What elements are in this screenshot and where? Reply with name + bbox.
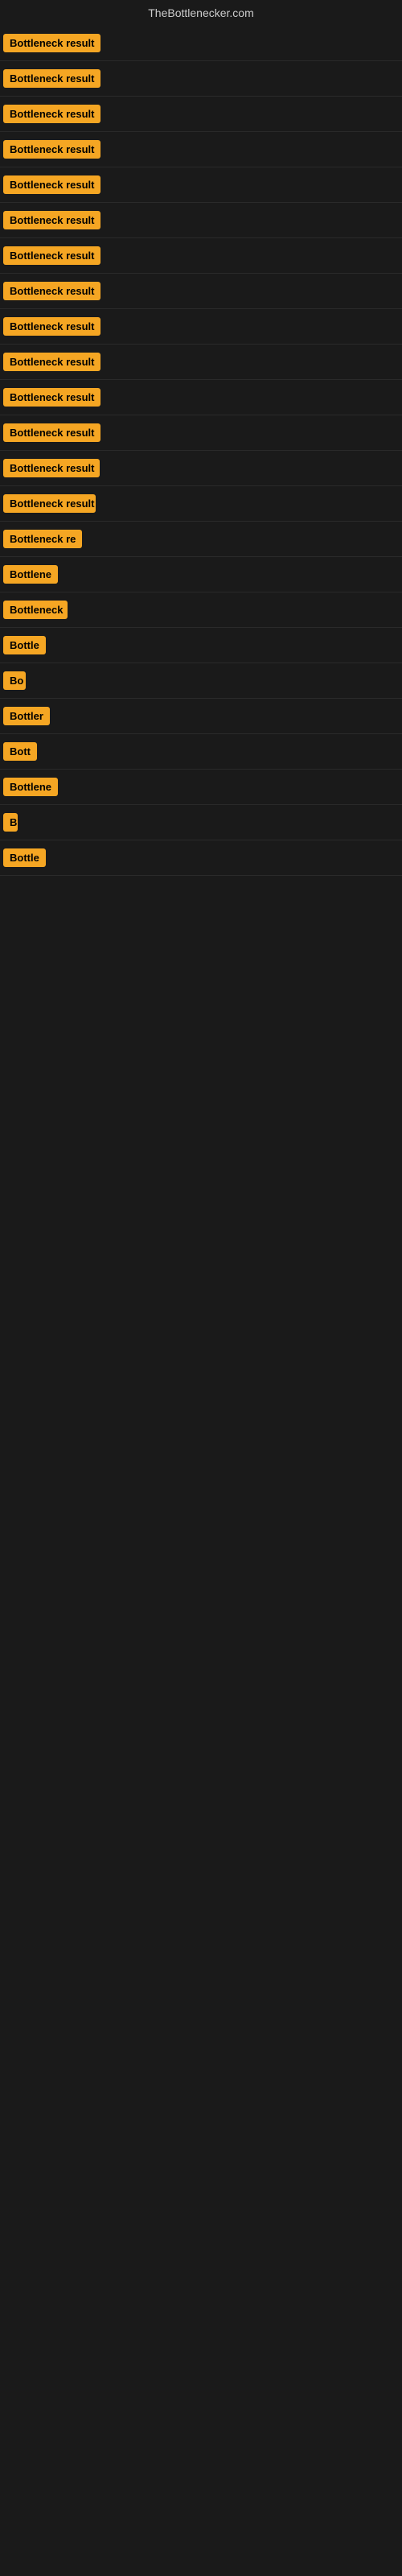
result-row: B bbox=[0, 805, 402, 840]
result-row: Bottlene bbox=[0, 770, 402, 805]
site-title: TheBottlenecker.com bbox=[0, 0, 402, 26]
bottleneck-badge[interactable]: Bottleneck re bbox=[3, 530, 82, 548]
bottleneck-badge[interactable]: Bottleneck result bbox=[3, 282, 100, 300]
result-row: Bott bbox=[0, 734, 402, 770]
bottleneck-badge[interactable]: Bottleneck bbox=[3, 601, 68, 619]
result-row: Bottleneck result bbox=[0, 61, 402, 97]
bottleneck-badge[interactable]: Bottleneck result bbox=[3, 494, 96, 513]
bottleneck-badge[interactable]: Bottleneck result bbox=[3, 459, 100, 477]
bottleneck-badge[interactable]: Bottleneck result bbox=[3, 353, 100, 371]
bottleneck-badge[interactable]: Bottleneck result bbox=[3, 69, 100, 88]
result-row: Bottleneck result bbox=[0, 26, 402, 61]
bottleneck-badge[interactable]: Bottlene bbox=[3, 778, 58, 796]
result-row: Bottleneck result bbox=[0, 274, 402, 309]
bottleneck-badge[interactable]: Bottleneck result bbox=[3, 34, 100, 52]
result-row: Bottleneck re bbox=[0, 522, 402, 557]
result-row: Bottleneck result bbox=[0, 132, 402, 167]
result-row: Bottleneck result bbox=[0, 380, 402, 415]
bottleneck-badge[interactable]: Bottleneck result bbox=[3, 175, 100, 194]
bottleneck-badge[interactable]: B bbox=[3, 813, 18, 832]
bottleneck-badge[interactable]: Bottleneck result bbox=[3, 388, 100, 407]
result-row: Bottleneck result bbox=[0, 415, 402, 451]
bottleneck-badge[interactable]: Bottleneck result bbox=[3, 423, 100, 442]
result-row: Bottleneck result bbox=[0, 486, 402, 522]
bottleneck-badge[interactable]: Bottleneck result bbox=[3, 105, 100, 123]
result-row: Bottler bbox=[0, 699, 402, 734]
result-row: Bottleneck result bbox=[0, 345, 402, 380]
result-row: Bottleneck bbox=[0, 592, 402, 628]
result-row: Bottle bbox=[0, 628, 402, 663]
results-list: Bottleneck result Bottleneck result Bottle… bbox=[0, 26, 402, 876]
result-row: Bottleneck result bbox=[0, 451, 402, 486]
bottleneck-badge[interactable]: Bottle bbox=[3, 636, 46, 654]
bottleneck-badge[interactable]: Bottleneck result bbox=[3, 211, 100, 229]
result-row: Bottleneck result bbox=[0, 309, 402, 345]
bottleneck-badge[interactable]: Bottler bbox=[3, 707, 50, 725]
result-row: Bottleneck result bbox=[0, 97, 402, 132]
bottleneck-badge[interactable]: Bottleneck result bbox=[3, 246, 100, 265]
result-row: Bottleneck result bbox=[0, 167, 402, 203]
result-row: Bottleneck result bbox=[0, 203, 402, 238]
result-row: Bottleneck result bbox=[0, 238, 402, 274]
bottleneck-badge[interactable]: Bottleneck result bbox=[3, 317, 100, 336]
bottleneck-badge[interactable]: Bottleneck result bbox=[3, 140, 100, 159]
bottleneck-badge[interactable]: Bo bbox=[3, 671, 26, 690]
result-row: Bo bbox=[0, 663, 402, 699]
bottleneck-badge[interactable]: Bott bbox=[3, 742, 37, 761]
bottleneck-badge[interactable]: Bottlene bbox=[3, 565, 58, 584]
page-wrapper: TheBottlenecker.com Bottleneck resultBot… bbox=[0, 0, 402, 876]
result-row: Bottlene bbox=[0, 557, 402, 592]
bottleneck-badge[interactable]: Bottle bbox=[3, 848, 46, 867]
result-row: Bottle bbox=[0, 840, 402, 876]
